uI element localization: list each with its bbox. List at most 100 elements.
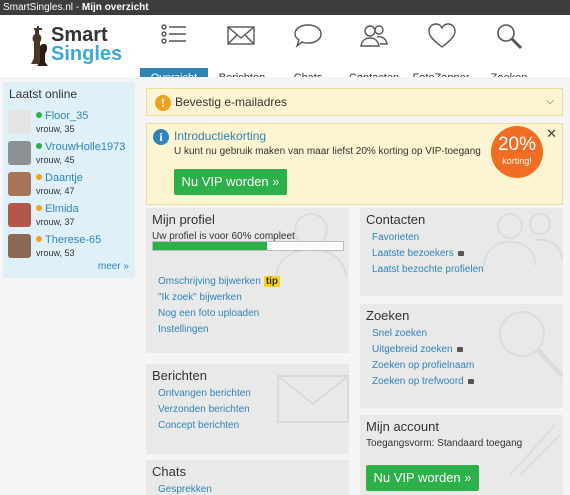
search-keyword-link[interactable]: Zoeken op trefwoord — [372, 376, 474, 387]
confirm-email-text: Bevestig e-mailadres — [175, 95, 288, 109]
discount-badge: 20% korting! — [491, 126, 543, 178]
upload-photo-link[interactable]: Nog een foto uploaden — [158, 308, 259, 319]
online-user-name[interactable]: Therese-65 — [36, 234, 101, 246]
online-status-dot — [36, 236, 42, 242]
vip-button[interactable]: Nu VIP worden » — [174, 169, 287, 195]
avatar — [8, 203, 31, 227]
edit-looking-for-link[interactable]: "Ik zoek" bijwerken — [158, 292, 242, 303]
online-status-dot — [36, 143, 42, 149]
account-title: Mijn account — [366, 419, 439, 434]
advanced-search-link[interactable]: Uitgebreid zoeken — [372, 344, 463, 355]
recently-online-title: Laatst online — [9, 87, 78, 101]
lock-icon — [467, 379, 474, 384]
online-status-dot — [36, 205, 42, 211]
online-user-info: vrouw, 53 — [36, 248, 75, 258]
online-user-info: vrouw, 45 — [36, 155, 75, 165]
messages-panel: Berichten Ontvangen berichten Verzonden … — [146, 364, 349, 454]
profile-progress-fill — [153, 242, 267, 250]
avatar — [8, 172, 31, 196]
logo-text-singles: Singles — [51, 43, 123, 65]
contacts-title: Contacten — [366, 212, 426, 227]
online-user[interactable]: Therese-65 vrouw, 53 — [8, 234, 133, 260]
chevron-down-icon[interactable]: ⌵ — [546, 96, 554, 107]
intro-discount-alert: i Introductiekorting U kunt nu gebruik m… — [146, 123, 563, 205]
info-icon: i — [153, 129, 169, 145]
warning-icon: ! — [155, 95, 171, 111]
user-name-text: VrouwHolle1973 — [45, 141, 126, 153]
window-title-bar: SmartSingles.nl - Mijn overzicht — [0, 0, 570, 15]
advanced-search-label: Uitgebreid zoeken — [372, 344, 453, 355]
profile-panel: Mijn profiel Uw profiel is voor 60% comp… — [146, 208, 349, 353]
received-messages-link[interactable]: Ontvangen berichten — [158, 388, 251, 399]
heart-icon[interactable] — [427, 21, 457, 51]
online-status-dot — [36, 174, 42, 180]
chat-bubble-icon[interactable] — [293, 21, 323, 51]
page-title: Mijn overzicht — [81, 2, 149, 13]
confirm-email-alert[interactable]: ! Bevestig e-mailadres ⌵ — [146, 88, 563, 116]
search-watermark-icon — [499, 311, 563, 378]
more-online-link[interactable]: meer » — [98, 261, 129, 272]
site-header: Smart Singles Overzicht Berichte — [0, 15, 570, 90]
avatar — [8, 110, 31, 134]
close-icon[interactable]: ✕ — [546, 126, 557, 142]
user-name-text: Daantje — [45, 172, 83, 184]
sent-messages-link[interactable]: Verzonden berichten — [158, 404, 250, 415]
draft-messages-link[interactable]: Concept berichten — [158, 420, 239, 431]
recent-profiles-link[interactable]: Laatst bezochte profielen — [372, 264, 484, 275]
access-type-text: Toegangsvorm: Standaard toegang — [366, 438, 523, 449]
contacts-watermark-icon — [483, 213, 563, 267]
edit-description-label: Omschrijving bijwerken — [158, 276, 261, 287]
online-user-info: vrouw, 37 — [36, 217, 75, 227]
online-user[interactable]: VrouwHolle1973 vrouw, 45 — [8, 141, 133, 167]
online-status-dot — [36, 112, 42, 118]
discount-label: korting! — [502, 156, 532, 166]
contacts-panel: Contacten Favorieten Laatste bezoekers L… — [360, 208, 563, 296]
online-user[interactable]: Daantje vrouw, 47 — [8, 172, 133, 198]
lock-icon — [456, 347, 463, 352]
envelope-watermark-icon — [277, 375, 349, 423]
account-vip-button[interactable]: Nu VIP worden » — [366, 465, 479, 491]
settings-link[interactable]: Instellingen — [158, 324, 209, 335]
online-user-name[interactable]: VrouwHolle1973 — [36, 141, 125, 153]
site-logo[interactable]: Smart Singles — [28, 24, 122, 68]
intro-discount-title: Introductiekorting — [174, 129, 267, 143]
search-title: Zoeken — [366, 308, 410, 323]
online-user-name[interactable]: Daantje — [36, 172, 83, 184]
chats-title: Chats — [152, 464, 186, 479]
main-content: Laatst online Floor_35 vrouw, 35 VrouwHo… — [0, 77, 570, 495]
user-name-text: Floor_35 — [45, 110, 89, 122]
conversations-link[interactable]: Gesprekken — [158, 484, 212, 495]
avatar — [8, 234, 31, 258]
recently-online-panel: Laatst online Floor_35 vrouw, 35 VrouwHo… — [3, 82, 135, 278]
quick-search-link[interactable]: Snel zoeken — [372, 328, 427, 339]
recent-visitors-link[interactable]: Laatste bezoekers — [372, 248, 464, 259]
search-keyword-label: Zoeken op trefwoord — [372, 376, 464, 387]
search-profile-name-link[interactable]: Zoeken op profielnaam — [372, 360, 474, 371]
messages-title: Berichten — [152, 368, 207, 383]
online-user-name[interactable]: Floor_35 — [36, 110, 88, 122]
recent-visitors-label: Laatste bezoekers — [372, 248, 454, 259]
list-icon[interactable] — [159, 21, 189, 51]
online-user[interactable]: Elmida vrouw, 37 — [8, 203, 133, 229]
user-name-text: Therese-65 — [45, 234, 102, 246]
user-name-text: Elmida — [45, 203, 79, 215]
edit-description-link[interactable]: Omschrijving bijwerken tip — [158, 276, 281, 287]
online-user-name[interactable]: Elmida — [36, 203, 79, 215]
favorites-link[interactable]: Favorieten — [372, 232, 419, 243]
chess-pieces-logo-icon — [31, 26, 48, 66]
site-name: SmartSingles.nl — [3, 2, 74, 13]
envelope-icon[interactable] — [226, 21, 256, 51]
search-panel: Zoeken Snel zoeken Uitgebreid zoeken Zoe… — [360, 304, 563, 408]
profile-title: Mijn profiel — [152, 212, 215, 227]
lock-icon — [457, 251, 464, 256]
online-user-info: vrouw, 35 — [36, 124, 75, 134]
chats-panel: Chats Gesprekken — [146, 460, 349, 495]
online-user[interactable]: Floor_35 vrouw, 35 — [8, 110, 133, 136]
online-user-info: vrouw, 47 — [36, 186, 75, 196]
search-icon[interactable] — [494, 21, 524, 51]
tip-badge: tip — [263, 276, 281, 287]
profile-progress-bar — [152, 241, 344, 251]
avatar — [8, 141, 31, 165]
contacts-icon[interactable] — [359, 21, 389, 51]
discount-percentage: 20% — [497, 134, 537, 155]
